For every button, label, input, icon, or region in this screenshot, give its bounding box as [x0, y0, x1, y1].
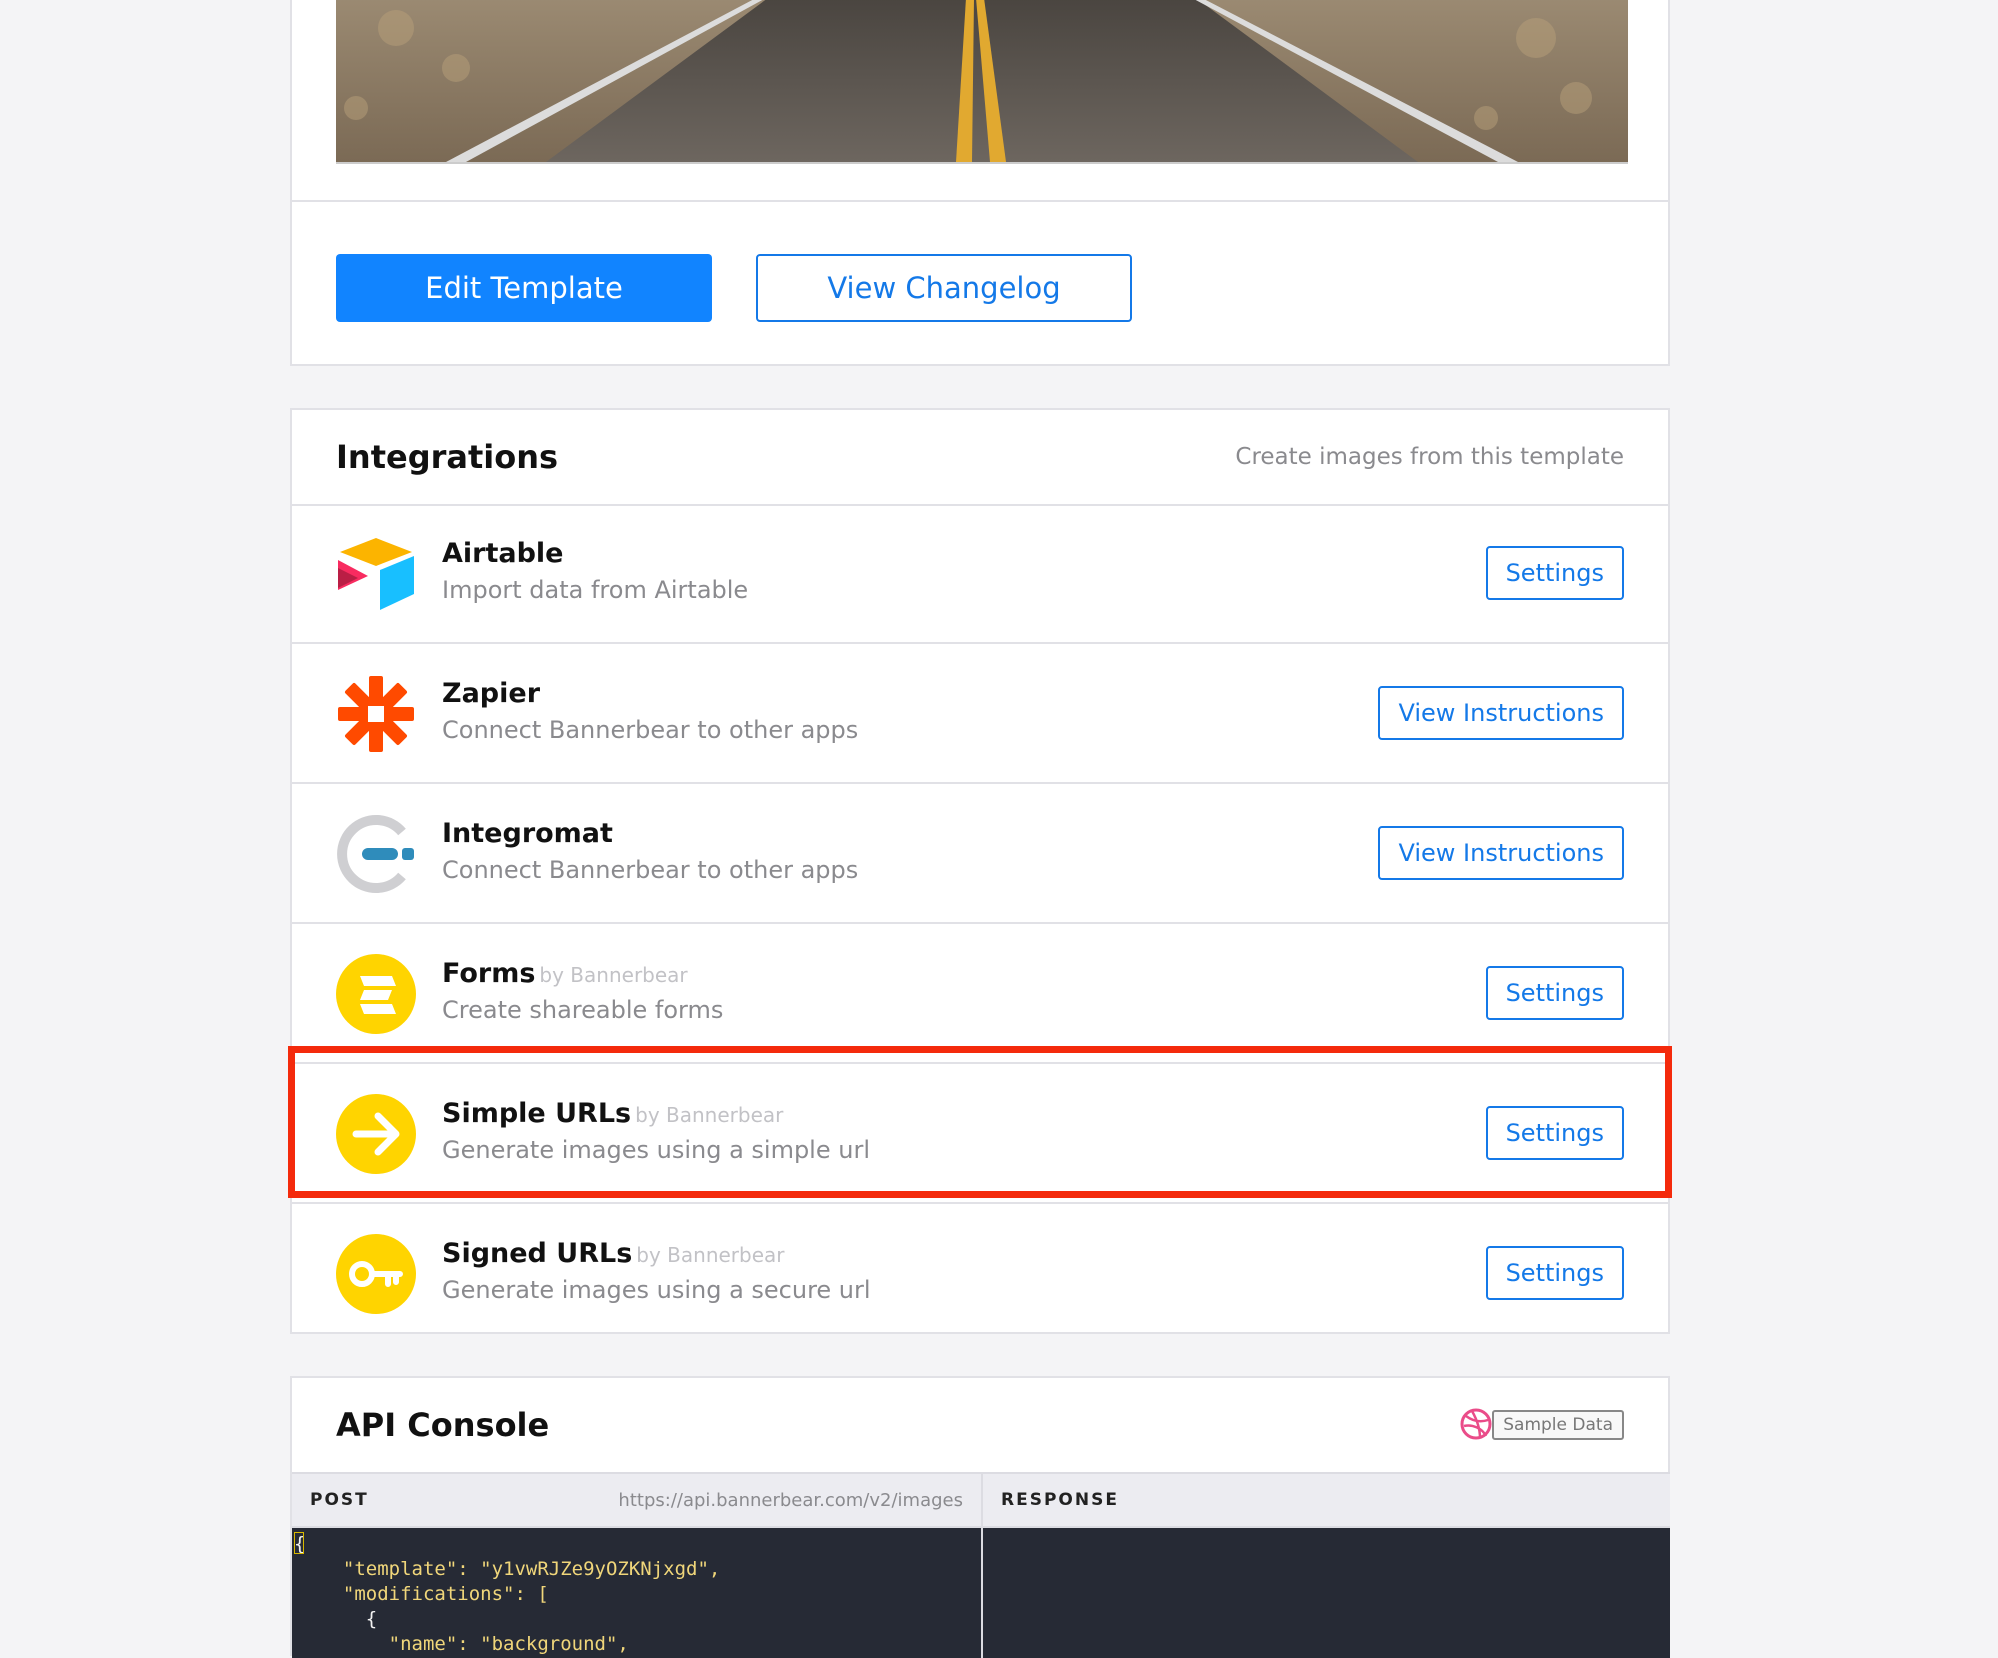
integration-name: Simple URLs by Bannerbear [442, 1098, 784, 1129]
api-console-title: API Console [336, 1406, 550, 1444]
card-divider [292, 200, 1668, 202]
template-preview-image [336, 0, 1628, 164]
edit-template-button[interactable]: Edit Template [336, 254, 712, 322]
integromat-instructions-button[interactable]: View Instructions [1378, 826, 1624, 880]
response-label: RESPONSE [1001, 1490, 1119, 1510]
forms-settings-button[interactable]: Settings [1485, 966, 1624, 1020]
api-console-card: API Console Sample Data POST https://api… [290, 1376, 1670, 1658]
signed-urls-settings-button[interactable]: Settings [1485, 1246, 1624, 1300]
simple-urls-settings-button[interactable]: Settings [1485, 1106, 1624, 1160]
integration-description: Import data from Airtable [442, 576, 749, 604]
code-line: { [320, 1608, 378, 1630]
forms-icon [336, 954, 416, 1034]
integrations-subtitle: Create images from this template [1235, 444, 1624, 470]
integration-description: Generate images using a secure url [442, 1276, 871, 1304]
view-changelog-button[interactable]: View Changelog [756, 254, 1132, 322]
integration-row-forms: Forms by Bannerbear Create shareable form… [292, 924, 1668, 1064]
integration-name: Integromat [442, 818, 613, 849]
integration-row-airtable: Airtable Import data from Airtable Setti… [292, 504, 1668, 644]
airtable-settings-button[interactable]: Settings [1485, 546, 1624, 600]
sample-data-button[interactable]: Sample Data [1492, 1410, 1624, 1440]
integration-name: Forms by Bannerbear [442, 958, 688, 989]
code-line: "modifications": [ [320, 1583, 549, 1605]
integration-name: Signed URLs by Bannerbear [442, 1238, 785, 1269]
key-icon [336, 1234, 416, 1314]
response-code-viewer [983, 1528, 1670, 1658]
text-cursor [294, 1532, 304, 1554]
template-preview-card: Edit Template View Changelog [290, 0, 1670, 366]
post-pane-header: POST https://api.bannerbear.com/v2/image… [292, 1472, 981, 1528]
integration-description: Generate images using a simple url [442, 1136, 870, 1164]
arrow-right-icon [336, 1094, 416, 1174]
integration-name: Airtable [442, 538, 564, 569]
endpoint-url: https://api.bannerbear.com/v2/images [618, 1490, 963, 1511]
integration-row-signed-urls: Signed URLs by Bannerbear Generate images… [292, 1204, 1668, 1342]
integration-description: Connect Bannerbear to other apps [442, 716, 859, 744]
airtable-icon [336, 534, 416, 614]
integration-description: Create shareable forms [442, 996, 724, 1024]
integrations-header: Integrations Create images from this tem… [292, 410, 1668, 506]
integromat-icon [336, 814, 416, 894]
zapier-instructions-button[interactable]: View Instructions [1378, 686, 1624, 740]
integrations-card: Integrations Create images from this tem… [290, 408, 1670, 1334]
integration-row-simple-urls: Simple URLs by Bannerbear Generate images… [292, 1064, 1668, 1204]
integration-name: Zapier [442, 678, 541, 709]
request-code-editor[interactable]: { "template": "y1vwRJZe9yOZKNjxgd", "mod… [292, 1528, 981, 1658]
integration-row-zapier: Zapier Connect Bannerbear to other apps … [292, 644, 1668, 784]
dribbble-ball-icon[interactable] [1460, 1408, 1492, 1440]
response-pane-header: RESPONSE [983, 1472, 1670, 1528]
api-console-header: API Console Sample Data [292, 1378, 1668, 1472]
code-line: { [294, 1533, 306, 1555]
zapier-icon [336, 674, 416, 754]
code-line: "template": "y1vwRJZe9yOZKNjxgd", [320, 1558, 721, 1580]
post-label: POST [310, 1490, 369, 1510]
integrations-title: Integrations [336, 438, 559, 476]
integration-row-integromat: Integromat Connect Bannerbear to other a… [292, 784, 1668, 924]
integration-description: Connect Bannerbear to other apps [442, 856, 859, 884]
